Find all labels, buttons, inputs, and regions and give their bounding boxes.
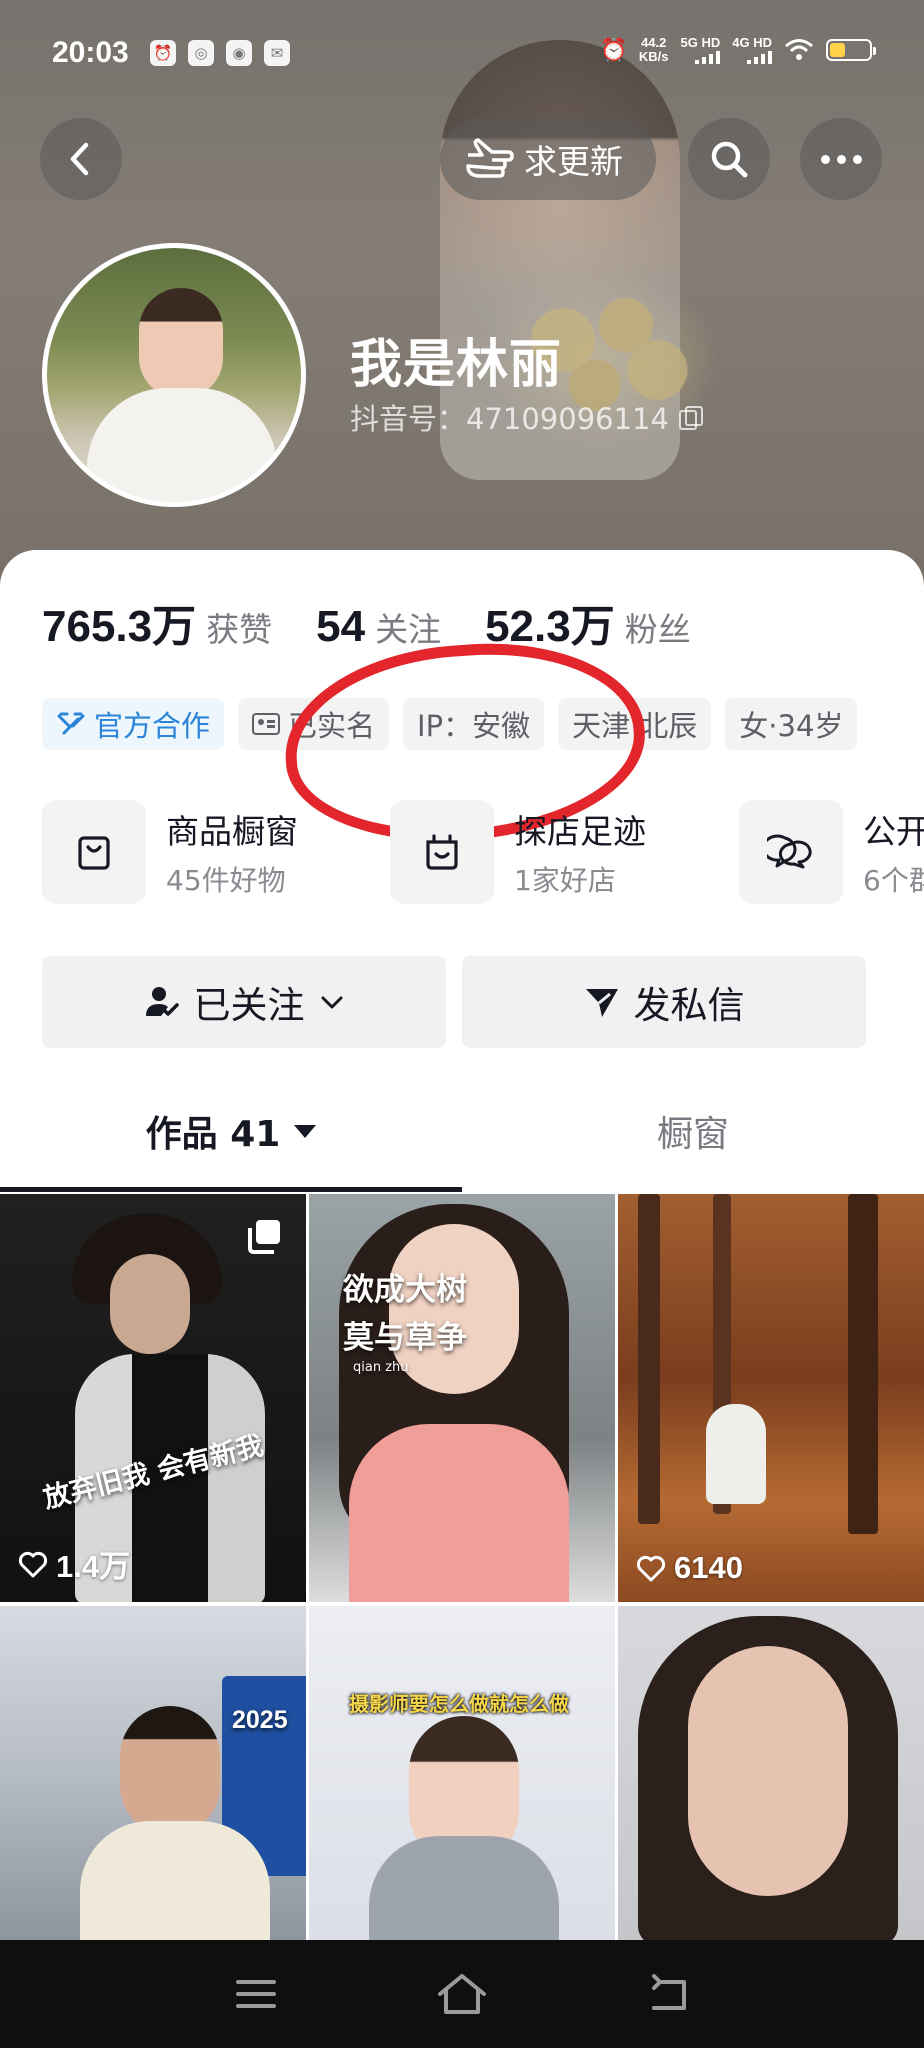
avatar[interactable] <box>42 243 306 507</box>
video-caption: 欲成大树 <box>343 1272 467 1308</box>
tab-showcase[interactable]: 橱窗 <box>462 1070 924 1192</box>
stat-followers[interactable]: 52.3万 粉丝 <box>485 590 691 654</box>
system-navigation-bar <box>0 1940 924 2048</box>
alarm-icon: ⏰ <box>150 40 176 66</box>
wifi-icon <box>785 39 813 60</box>
profile-tabs: 作品 41 橱窗 <box>0 1070 924 1192</box>
signal-sim2-icon: 4G HD <box>732 36 772 64</box>
stat-following[interactable]: 54 关注 <box>316 602 441 652</box>
tag-official-cooperation[interactable]: 官方合作 <box>42 698 225 750</box>
video-thumbnail[interactable] <box>618 1606 924 1940</box>
home-icon <box>438 1974 486 2014</box>
heart-icon <box>18 1551 48 1577</box>
heart-icon <box>636 1555 666 1582</box>
chevron-down-icon <box>321 996 342 1009</box>
like-count: 1.4万 <box>18 1541 130 1586</box>
status-time: 20:03 <box>52 36 129 69</box>
hand-point-icon <box>466 138 514 178</box>
banner-text: 2025 <box>232 1706 288 1734</box>
video-caption-pinyin: qian zhu <box>353 1360 409 1375</box>
more-button[interactable] <box>800 118 882 200</box>
store-icon <box>426 834 458 870</box>
request-update-button[interactable]: 求更新 <box>440 118 656 200</box>
shortcut-store-visits[interactable]: 探店足迹 1家好店 <box>390 800 646 904</box>
tag-gender-age: 女·34岁 <box>725 698 858 750</box>
alarm-status-icon: ⏰ <box>600 37 628 62</box>
home-nav-button[interactable] <box>434 1966 490 2022</box>
video-thumbnail[interactable]: 2025 <box>0 1606 306 1940</box>
profile-stats: 765.3万 获赞 54 关注 52.3万 粉丝 <box>42 590 735 654</box>
shortcut-row: 商品橱窗 45件好物 探店足迹 1家好店 公开 6个群 <box>42 800 924 910</box>
signal-sim1-icon: 5G HD <box>681 36 721 64</box>
paper-plane-icon <box>585 989 618 1017</box>
like-count: 6140 <box>636 1550 743 1586</box>
tag-ip-location: IP：安徽 <box>403 698 545 750</box>
video-thumbnail[interactable]: 6140 <box>618 1194 924 1602</box>
video-caption: 摄影师要怎么做就怎么做 <box>349 1692 569 1716</box>
menu-icon <box>236 1980 276 2008</box>
video-thumbnail[interactable]: 摄影师要怎么做就怎么做 <box>309 1606 615 1940</box>
menu-nav-button[interactable] <box>228 1966 284 2022</box>
back-button[interactable] <box>40 118 122 200</box>
tab-works[interactable]: 作品 41 <box>0 1070 462 1192</box>
video-grid: 放弃旧我 会有新我 1.4万 欲成大树 莫与草争 qian zhu 6140 2… <box>0 1194 924 1940</box>
douyin-id[interactable]: 抖音号：47109096114 <box>350 396 703 438</box>
request-update-label: 求更新 <box>524 142 623 181</box>
chat-group-icon <box>767 834 812 869</box>
id-card-icon <box>252 713 281 735</box>
video-thumbnail[interactable]: 欲成大树 莫与草争 qian zhu <box>309 1194 615 1602</box>
copy-icon[interactable] <box>678 406 703 430</box>
send-message-button[interactable]: 发私信 <box>462 956 866 1048</box>
net-speed: 44.2 KB/s <box>638 35 669 64</box>
profile-tags: 官方合作 已实名 IP：安徽 天津·北辰 女·34岁 <box>42 698 858 750</box>
profile-name: 我是林丽 <box>350 335 563 395</box>
caret-down-icon[interactable] <box>294 1124 317 1138</box>
shopping-bag-icon <box>78 836 110 870</box>
battery-icon <box>826 39 876 61</box>
user-check-icon <box>145 987 179 1016</box>
tag-verified[interactable]: 已实名 <box>238 698 390 750</box>
more-dots-icon <box>820 154 862 164</box>
handshake-icon <box>57 712 85 735</box>
search-button[interactable] <box>688 118 770 200</box>
return-icon <box>652 1974 686 2010</box>
map-notification-icon: ◉ <box>226 40 252 66</box>
multi-image-icon <box>248 1220 280 1254</box>
chevron-left-icon <box>70 142 89 176</box>
shortcut-product-showcase[interactable]: 商品橱窗 45件好物 <box>42 800 298 904</box>
search-icon <box>711 141 748 178</box>
mail-notification-icon: ✉ <box>264 40 290 66</box>
active-tab-indicator <box>0 1187 462 1192</box>
tag-location[interactable]: 天津·北辰 <box>558 698 712 750</box>
back-nav-button[interactable] <box>640 1966 696 2022</box>
stat-likes: 765.3万 获赞 <box>42 602 273 651</box>
following-button[interactable]: 已关注 <box>42 956 446 1048</box>
status-bar: 20:03 ⏰ ◎ ◉ ✉ ⏰ 44.2 KB/s 5G HD 4G HD <box>0 0 924 110</box>
video-caption: 莫与草争 <box>343 1320 467 1356</box>
app-notification-icon: ◎ <box>188 40 214 66</box>
video-thumbnail[interactable]: 放弃旧我 会有新我 1.4万 <box>0 1194 306 1602</box>
shortcut-public-group[interactable]: 公开群 6个群 <box>739 800 924 904</box>
